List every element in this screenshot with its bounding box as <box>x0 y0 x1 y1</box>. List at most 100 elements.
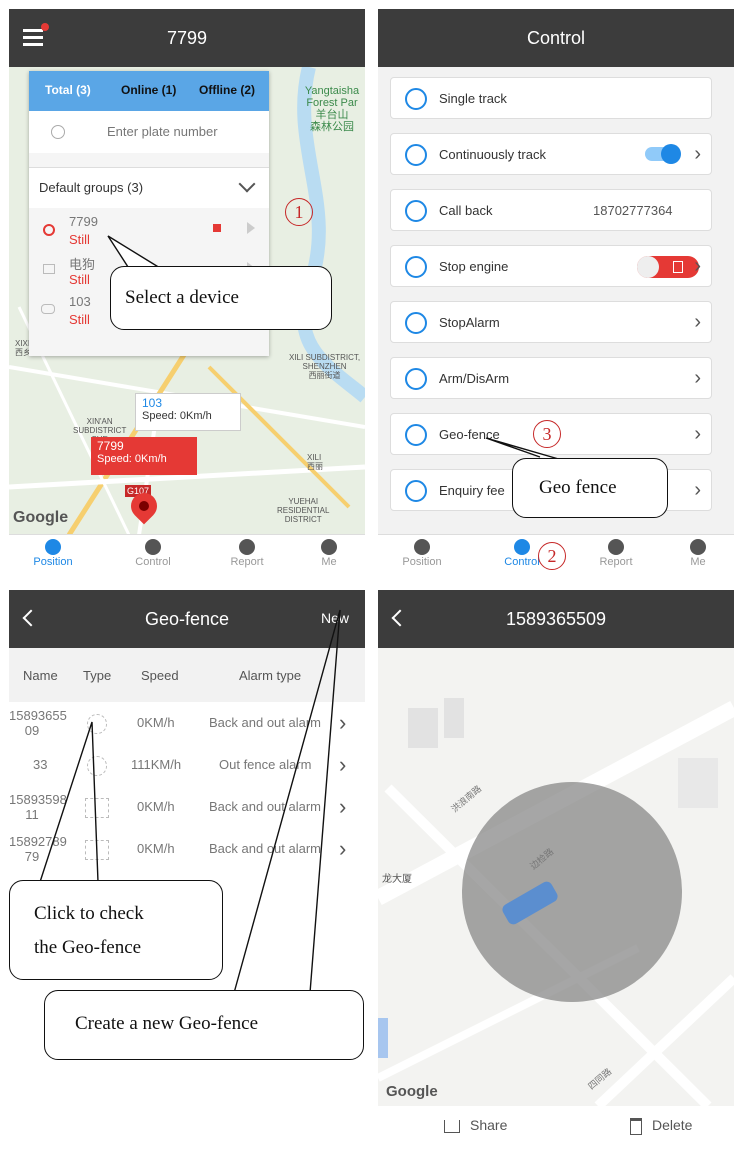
geo-fence-detail-screen: 1589365509 洪浪南路 边检路 龙大厦 四同路 Google Share… <box>378 590 734 1146</box>
status-tabs: Total (3) Online (1) Offline (2) <box>29 71 269 111</box>
fence-alarm-type: Back and out alarm <box>209 841 322 856</box>
vehicle-info-7799[interactable]: 7799 Speed: 0Km/h <box>91 437 197 475</box>
call-back-row[interactable]: Call back 18702777364 <box>390 189 712 231</box>
top-bar: 1589365509 <box>378 590 734 648</box>
stop-alarm-row[interactable]: StopAlarm › <box>390 301 712 343</box>
fence-name: 15893655 09 <box>9 708 67 738</box>
chevron-right-icon: › <box>339 710 347 735</box>
delete-label: Delete <box>652 1117 693 1133</box>
map-label-xili-subdistrict: XILI SUBDISTRICT, SHENZHEN 西丽街道 <box>289 353 361 380</box>
fence-name: 15892789 79 <box>9 834 67 864</box>
table-row[interactable]: 15893655 09 0KM/h Back and out alarm › <box>9 702 365 744</box>
bottom-actions: Share Delete <box>378 1106 734 1146</box>
fence-name: 33 <box>33 757 48 772</box>
nav-control[interactable]: Control <box>123 537 183 568</box>
device-name: 电狗 <box>69 257 96 272</box>
chevron-right-icon: › <box>694 311 701 333</box>
new-button[interactable]: New <box>321 610 349 626</box>
select-device-callout: Select a device <box>110 266 332 330</box>
page-title: 7799 <box>166 28 208 48</box>
nav-report[interactable]: Report <box>217 537 277 568</box>
nav-me[interactable]: Me <box>668 537 728 568</box>
continuous-track-toggle[interactable] <box>645 144 681 164</box>
user-icon <box>690 539 706 555</box>
nav-position[interactable]: Position <box>23 537 83 568</box>
top-bar: Geo-fence New <box>9 590 365 648</box>
chevron-right-icon: › <box>339 752 347 777</box>
fence-speed: 111KM/h <box>131 757 182 772</box>
stop-engine-row[interactable]: Stop engine › <box>390 245 712 287</box>
column-alarm-type: Alarm type <box>239 668 302 683</box>
list-item[interactable]: 7799 Still <box>29 212 269 252</box>
gear-icon <box>145 539 161 555</box>
nav-position[interactable]: Position <box>392 537 452 568</box>
target-icon <box>405 88 427 110</box>
nav-report[interactable]: Report <box>586 537 646 568</box>
vehicle-info-103[interactable]: 103 Speed: 0Km/h <box>135 393 241 431</box>
vehicle-speed: Speed: 0Km/h <box>142 410 212 422</box>
phone-icon <box>405 200 427 222</box>
bottom-nav: Position Control Report Me <box>9 534 365 579</box>
chevron-right-icon: › <box>694 367 701 389</box>
nav-me[interactable]: Me <box>299 537 359 568</box>
chevron-right-icon: › <box>694 143 701 165</box>
delete-button[interactable]: Delete <box>630 1117 692 1135</box>
chevron-right-icon: › <box>694 255 701 277</box>
page-title: Control <box>526 28 586 48</box>
call-back-number: 18702777364 <box>593 203 673 218</box>
vehicle-name: 103 <box>142 396 163 410</box>
fuel-icon <box>673 261 683 273</box>
step-number-2: 2 <box>538 542 566 570</box>
fence-alarm-type: Out fence alarm <box>219 757 312 772</box>
stop-engine-toggle[interactable] <box>637 256 699 278</box>
step-number-3: 3 <box>533 420 561 448</box>
fence-speed: 0KM/h <box>137 841 175 856</box>
search-input[interactable]: Enter plate number <box>107 124 218 139</box>
chevron-right-icon: › <box>694 423 701 445</box>
search-icon <box>51 125 65 139</box>
table-row[interactable]: 15893598 11 0KM/h Back and out alarm › <box>9 786 365 828</box>
polygon-type-icon <box>85 798 109 818</box>
pie-chart-icon <box>239 539 255 555</box>
table-row[interactable]: 33 111KM/h Out fence alarm › <box>9 744 365 786</box>
map-label-xili: XILI 西丽 <box>307 453 323 471</box>
fence-map[interactable]: 洪浪南路 边检路 龙大厦 四同路 Google <box>378 648 734 1106</box>
device-status: Still <box>69 232 90 247</box>
page-title: Geo-fence <box>144 609 230 629</box>
map-label-building: 龙大厦 <box>382 874 412 885</box>
device-status: Still <box>69 312 90 327</box>
share-label: Share <box>470 1117 508 1133</box>
table-row[interactable]: 15892789 79 0KM/h Back and out alarm › <box>9 828 365 870</box>
page-title: 1589365509 <box>505 609 607 629</box>
arm-disarm-row[interactable]: Arm/DisArm › <box>390 357 712 399</box>
motorbike-icon <box>41 304 55 314</box>
vehicle-name: 7799 <box>97 439 124 453</box>
google-logo: Google <box>386 1083 438 1100</box>
fence-alarm-type: Back and out alarm <box>209 799 322 814</box>
step-number-1: 1 <box>285 198 313 226</box>
upload-icon <box>405 480 427 502</box>
tab-total[interactable]: Total (3) <box>45 83 91 97</box>
continuously-track-row[interactable]: Continuously track › <box>390 133 712 175</box>
tab-offline[interactable]: Offline (2) <box>199 83 255 97</box>
device-status: Still <box>69 272 90 287</box>
chevron-right-icon: › <box>339 794 347 819</box>
vehicle-speed: Speed: 0Km/h <box>97 453 167 465</box>
trash-icon <box>630 1117 642 1135</box>
fence-alarm-type: Back and out alarm <box>209 715 322 730</box>
map-label-yuehai: YUEHAI RESIDENTIAL DISTRICT <box>277 497 330 524</box>
groups-dropdown[interactable]: Default groups (3) <box>29 167 269 208</box>
chevron-right-icon: › <box>694 479 701 501</box>
fence-speed: 0KM/h <box>137 799 175 814</box>
groups-label: Default groups (3) <box>39 180 144 195</box>
power-icon <box>405 312 427 334</box>
position-icon <box>414 539 430 555</box>
search-bar: Enter plate number <box>29 111 269 153</box>
geo-fence-circle <box>462 782 682 1002</box>
share-button[interactable]: Share <box>444 1117 507 1133</box>
dog-icon <box>43 264 55 274</box>
geo-fence-list-screen: Geo-fence New Name Type Speed Alarm type… <box>9 590 365 1146</box>
circle-type-icon <box>87 756 107 776</box>
tab-online[interactable]: Online (1) <box>121 83 176 97</box>
single-track-row[interactable]: Single track <box>390 77 712 119</box>
